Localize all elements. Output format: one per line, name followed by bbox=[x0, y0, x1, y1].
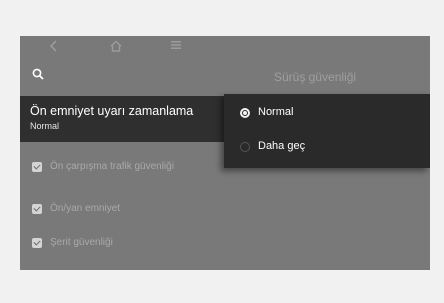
checkbox-lane-safety[interactable] bbox=[32, 238, 42, 248]
checkbox-row-front-side[interactable]: Ön/yan emniyet bbox=[20, 200, 232, 222]
radio-unselected-icon[interactable] bbox=[240, 142, 250, 152]
checkbox-front-collision[interactable] bbox=[32, 162, 42, 172]
timing-dropdown: Normal Daha geç bbox=[224, 94, 430, 168]
option-label: Daha geç bbox=[258, 140, 306, 152]
checkbox-label: Şerit güvenliği bbox=[50, 237, 113, 248]
menu-icon[interactable] bbox=[170, 40, 182, 50]
checkbox-label: Ön çarpışma trafik güvenliği bbox=[50, 161, 174, 172]
search-row: Sürüş güvenliği bbox=[20, 64, 430, 90]
back-arrow-icon[interactable] bbox=[50, 40, 58, 52]
option-normal[interactable]: Normal bbox=[224, 96, 430, 130]
radio-selected-icon[interactable] bbox=[240, 108, 250, 118]
top-bar bbox=[20, 36, 430, 60]
warning-timing-setting[interactable]: Ön emniyet uyarı zamanlama Normal bbox=[20, 96, 232, 142]
search-icon[interactable] bbox=[32, 68, 44, 80]
infotainment-screen: Sürüş güvenliği Ön emniyet uyarı zamanla… bbox=[20, 36, 430, 270]
checkbox-row-lane[interactable]: Şerit güvenliği bbox=[20, 234, 232, 256]
option-later[interactable]: Daha geç bbox=[224, 130, 430, 164]
checkbox-front-side[interactable] bbox=[32, 204, 42, 214]
checkbox-label: Ön/yan emniyet bbox=[50, 203, 121, 214]
section-title: Sürüş güvenliği bbox=[274, 70, 357, 84]
warning-timing-value: Normal bbox=[30, 121, 60, 131]
option-label: Normal bbox=[258, 106, 294, 118]
home-icon[interactable] bbox=[110, 40, 122, 52]
warning-timing-title: Ön emniyet uyarı zamanlama bbox=[30, 104, 194, 118]
checkbox-row-front-collision[interactable]: Ön çarpışma trafik güvenliği bbox=[20, 158, 232, 180]
